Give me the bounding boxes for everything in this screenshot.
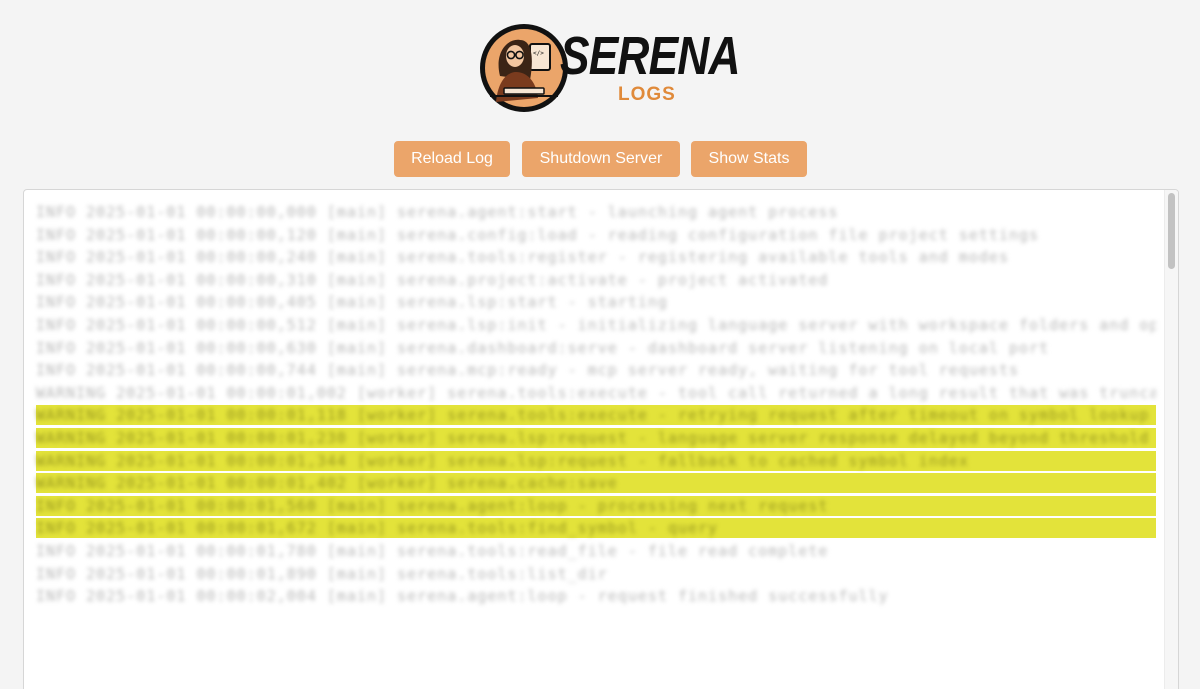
log-line-text: INFO 2025-01-01 00:00:00,512 [main] sere… (36, 315, 1156, 334)
log-line-text: INFO 2025-01-01 00:00:00,240 [main] sere… (36, 248, 1009, 267)
log-line: WARNING 2025-01-01 00:00:01,002 [worker]… (36, 383, 1156, 403)
log-line-text: WARNING 2025-01-01 00:00:01,002 [worker]… (36, 383, 1156, 402)
log-line-text: INFO 2025-01-01 00:00:00,120 [main] sere… (36, 225, 1040, 244)
log-line-text: INFO 2025-01-01 00:00:00,630 [main] sere… (36, 338, 1050, 357)
log-line-text: INFO 2025-01-01 00:00:00,310 [main] sere… (36, 270, 829, 289)
log-line-text: INFO 2025-01-01 00:00:01,560 [main] sere… (36, 496, 829, 515)
log-line-text: WARNING 2025-01-01 00:00:01,118 [worker]… (36, 406, 1150, 425)
log-line: INFO 2025-01-01 00:00:01,780 [main] sere… (36, 541, 1156, 561)
log-line-text: INFO 2025-01-01 00:00:01,780 [main] sere… (36, 541, 829, 560)
logo-wordmark: SERENA (560, 26, 740, 86)
woman-at-computer-icon: </> (480, 24, 568, 112)
log-line-text: INFO 2025-01-01 00:00:02,004 [main] sere… (36, 587, 889, 606)
log-lines: INFO 2025-01-01 00:00:00,000 [main] sere… (36, 202, 1156, 609)
log-line: INFO 2025-01-01 00:00:00,630 [main] sere… (36, 338, 1156, 358)
log-line: INFO 2025-01-01 00:00:01,890 [main] sere… (36, 564, 1156, 584)
log-line-text: INFO 2025-01-01 00:00:01,672 [main] sere… (36, 519, 719, 538)
log-line: INFO 2025-01-01 00:00:01,672 [main] sere… (36, 518, 1156, 539)
log-line-text: INFO 2025-01-01 00:00:01,890 [main] sere… (36, 564, 608, 583)
show-stats-button[interactable]: Show Stats (691, 141, 807, 177)
serena-logo: </> SERENA LOGS (478, 20, 740, 116)
log-line: WARNING 2025-01-01 00:00:01,118 [worker]… (36, 405, 1156, 426)
toolbar: Reload Log Shutdown Server Show Stats (0, 141, 1200, 178)
shutdown-server-button[interactable]: Shutdown Server (522, 141, 680, 177)
header: </> SERENA LOGS (0, 0, 1200, 130)
log-scrollbar[interactable] (1164, 190, 1178, 689)
log-line: INFO 2025-01-01 00:00:00,744 [main] sere… (36, 360, 1156, 380)
log-line-text: WARNING 2025-01-01 00:00:01,402 [worker]… (36, 474, 618, 493)
log-line-text: WARNING 2025-01-01 00:00:01,344 [worker]… (36, 451, 969, 470)
log-line: INFO 2025-01-01 00:00:01,560 [main] sere… (36, 495, 1156, 516)
scrollbar-thumb[interactable] (1168, 193, 1175, 269)
logo-subtitle: LOGS (618, 84, 676, 105)
log-line-text: WARNING 2025-01-01 00:00:01,230 [worker]… (36, 428, 1150, 447)
log-line: WARNING 2025-01-01 00:00:01,402 [worker]… (36, 473, 1156, 494)
log-line: INFO 2025-01-01 00:00:02,004 [main] sere… (36, 586, 1156, 606)
log-line: WARNING 2025-01-01 00:00:01,230 [worker]… (36, 427, 1156, 448)
log-line-text: INFO 2025-01-01 00:00:00,744 [main] sere… (36, 361, 1020, 380)
log-line: INFO 2025-01-01 00:00:00,240 [main] sere… (36, 247, 1156, 267)
log-line: INFO 2025-01-01 00:00:00,120 [main] sere… (36, 225, 1156, 245)
reload-log-button[interactable]: Reload Log (394, 141, 510, 177)
log-line: INFO 2025-01-01 00:00:00,405 [main] sere… (36, 292, 1156, 312)
log-line: INFO 2025-01-01 00:00:00,000 [main] sere… (36, 202, 1156, 222)
log-line-text: INFO 2025-01-01 00:00:00,405 [main] sere… (36, 293, 668, 312)
log-panel[interactable]: INFO 2025-01-01 00:00:00,000 [main] sere… (23, 189, 1179, 689)
log-line-text: INFO 2025-01-01 00:00:00,000 [main] sere… (36, 203, 839, 221)
svg-text:</>: </> (533, 50, 544, 57)
log-line: INFO 2025-01-01 00:00:00,310 [main] sere… (36, 270, 1156, 290)
log-line: WARNING 2025-01-01 00:00:01,344 [worker]… (36, 450, 1156, 471)
log-line: INFO 2025-01-01 00:00:00,512 [main] sere… (36, 315, 1156, 335)
